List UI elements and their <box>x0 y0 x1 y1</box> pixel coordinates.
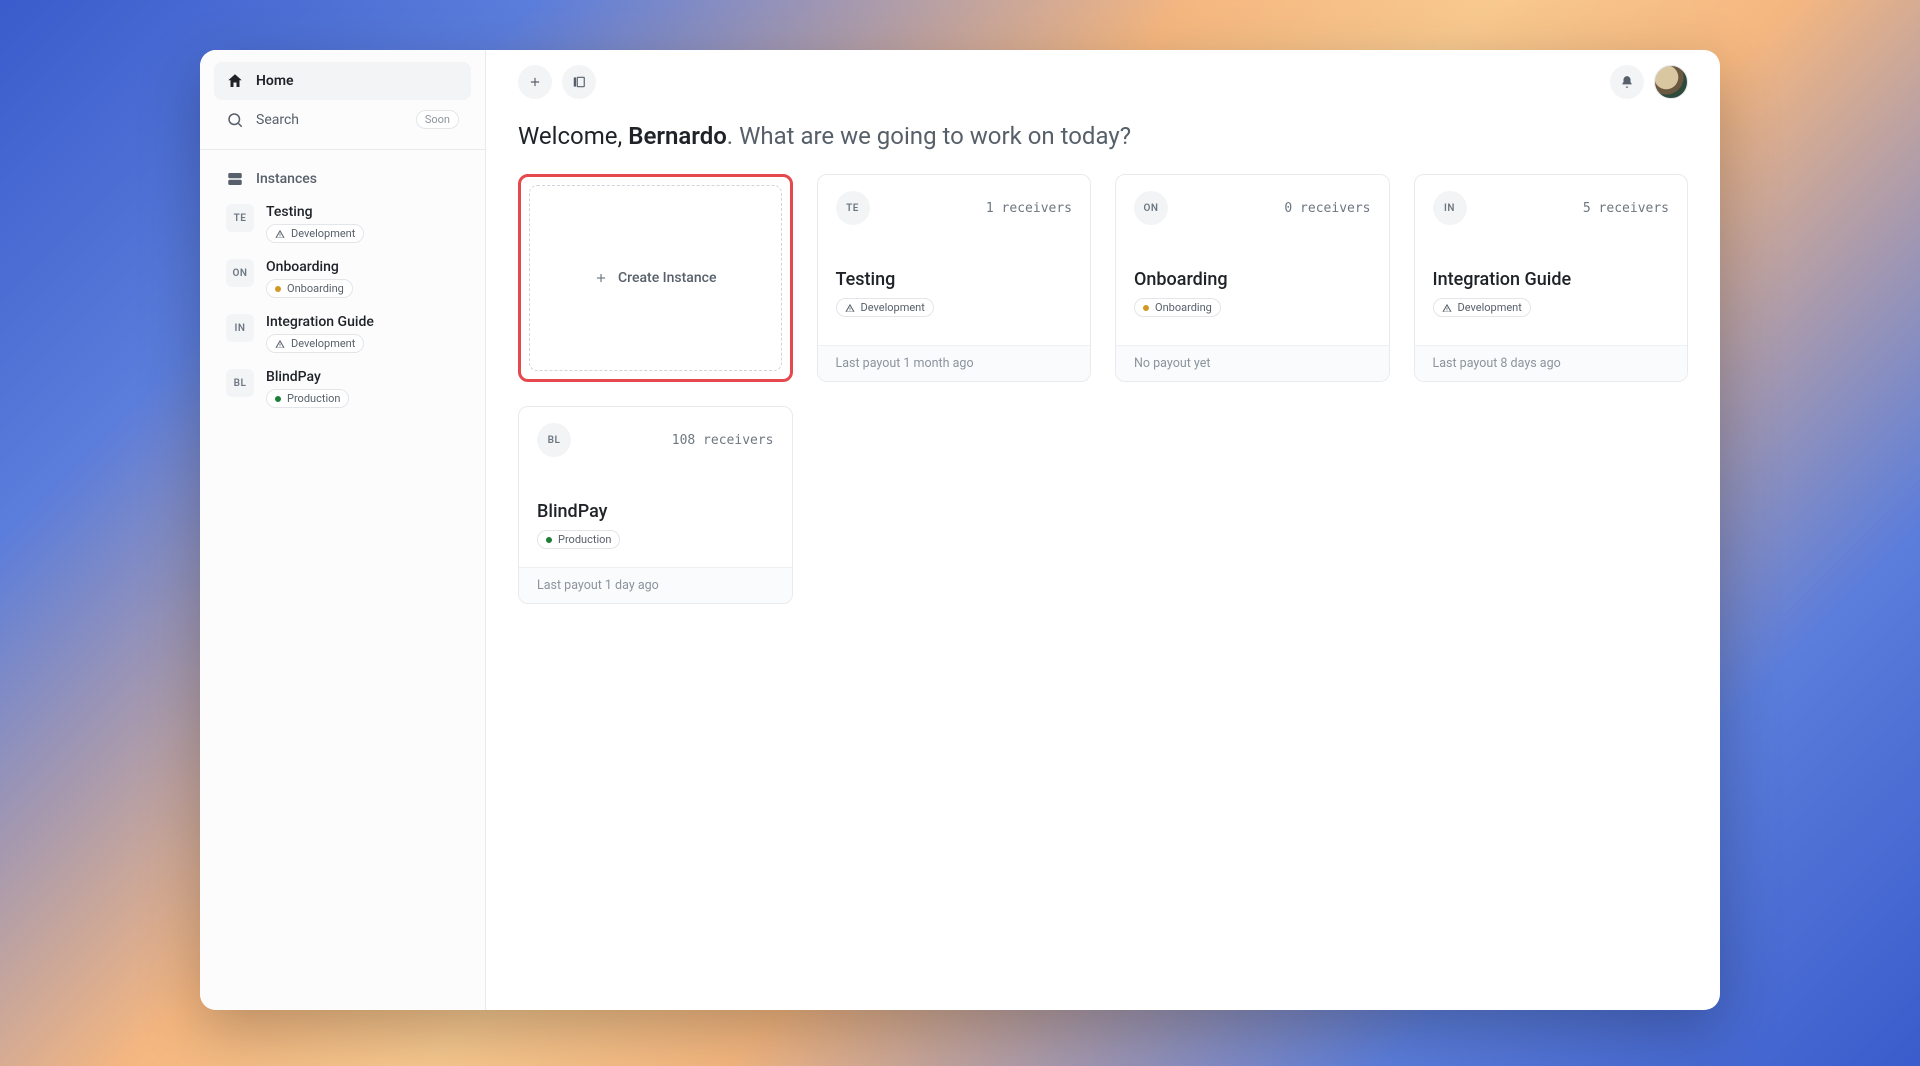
nav-search-label: Search <box>256 112 299 128</box>
env-pill: Production <box>266 389 349 408</box>
env-label: Production <box>558 533 611 546</box>
user-avatar[interactable] <box>1654 65 1688 99</box>
warning-icon <box>1442 303 1452 313</box>
card-avatar: BL <box>537 423 571 457</box>
status-dot-icon <box>1143 305 1149 311</box>
notifications-button[interactable] <box>1610 65 1644 99</box>
card-footer: Last payout 8 days ago <box>1415 345 1688 381</box>
status-dot-icon <box>546 537 552 543</box>
instances-header[interactable]: Instances <box>214 160 471 198</box>
warning-icon <box>845 303 855 313</box>
card-title: Integration Guide <box>1433 269 1670 290</box>
instance-card-testing[interactable]: TE 1 receivers Testing Development Last … <box>817 174 1092 382</box>
card-receivers: 0 receivers <box>1284 201 1370 216</box>
create-instance-card[interactable]: Create Instance <box>529 185 782 371</box>
instance-avatar: BL <box>226 369 254 397</box>
env-pill: Development <box>836 298 934 317</box>
instance-avatar: ON <box>226 259 254 287</box>
welcome-name: Bernardo <box>628 122 727 150</box>
sidebar-instance-onboarding[interactable]: ON Onboarding Onboarding <box>214 253 471 308</box>
sidebar-instance-testing[interactable]: TE Testing Development <box>214 198 471 253</box>
main-content: Welcome, Bernardo. What are we going to … <box>486 50 1720 1010</box>
warning-icon <box>275 339 285 349</box>
instance-card-blindpay[interactable]: BL 108 receivers BlindPay Production Las… <box>518 406 793 604</box>
home-icon <box>226 72 244 90</box>
nav-home-label: Home <box>256 73 294 89</box>
instance-avatar: TE <box>226 204 254 232</box>
env-label: Onboarding <box>1155 301 1212 314</box>
env-pill: Development <box>266 224 364 243</box>
sidebar-instance-blindpay[interactable]: BL BlindPay Production <box>214 363 471 418</box>
create-instance-highlight: Create Instance <box>518 174 793 382</box>
welcome-prefix: Welcome, <box>518 122 628 150</box>
card-footer: Last payout 1 month ago <box>818 345 1091 381</box>
env-pill: Development <box>266 334 364 353</box>
welcome-heading: Welcome, Bernardo. What are we going to … <box>518 122 1688 150</box>
instance-name: BlindPay <box>266 369 349 385</box>
env-label: Development <box>291 337 355 350</box>
warning-icon <box>275 229 285 239</box>
env-pill: Onboarding <box>1134 298 1221 317</box>
env-label: Onboarding <box>287 282 344 295</box>
soon-badge: Soon <box>416 110 459 129</box>
env-label: Development <box>861 301 925 314</box>
instances-label: Instances <box>256 171 317 187</box>
card-avatar: ON <box>1134 191 1168 225</box>
card-avatar: TE <box>836 191 870 225</box>
env-label: Development <box>291 227 355 240</box>
card-footer: No payout yet <box>1116 345 1389 381</box>
sidebar-instance-integration-guide[interactable]: IN Integration Guide Development <box>214 308 471 363</box>
nav-search[interactable]: Search Soon <box>214 100 471 139</box>
env-label: Development <box>1458 301 1522 314</box>
instance-name: Testing <box>266 204 364 220</box>
card-footer: Last payout 1 day ago <box>519 567 792 603</box>
instance-name: Integration Guide <box>266 314 374 330</box>
sidebar-divider <box>200 149 485 150</box>
env-pill: Development <box>1433 298 1531 317</box>
card-title: BlindPay <box>537 501 774 522</box>
sidebar: Home Search Soon Instances TE <box>200 50 486 1010</box>
collapse-button[interactable] <box>562 65 596 99</box>
env-pill: Production <box>537 530 620 549</box>
card-title: Testing <box>836 269 1073 290</box>
plus-icon <box>594 271 608 285</box>
search-icon <box>226 111 244 129</box>
nav-home[interactable]: Home <box>214 62 471 100</box>
instance-card-integration-guide[interactable]: IN 5 receivers Integration Guide Develop… <box>1414 174 1689 382</box>
card-receivers: 5 receivers <box>1583 201 1669 216</box>
instance-name: Onboarding <box>266 259 353 275</box>
plus-icon <box>528 75 542 89</box>
status-dot-icon <box>275 286 281 292</box>
instance-grid: Create Instance TE 1 receivers Testing <box>518 174 1688 604</box>
card-receivers: 1 receivers <box>986 201 1072 216</box>
sidebar-collapse-icon <box>572 75 586 89</box>
topbar <box>518 64 1688 100</box>
instance-card-onboarding[interactable]: ON 0 receivers Onboarding Onboarding No … <box>1115 174 1390 382</box>
instances-icon <box>226 170 244 188</box>
welcome-suffix: . What are we going to work on today? <box>727 122 1131 150</box>
env-pill: Onboarding <box>266 279 353 298</box>
card-receivers: 108 receivers <box>672 433 774 448</box>
app-window: Home Search Soon Instances TE <box>200 50 1720 1010</box>
card-avatar: IN <box>1433 191 1467 225</box>
create-instance-label: Create Instance <box>618 270 716 286</box>
instance-avatar: IN <box>226 314 254 342</box>
env-label: Production <box>287 392 340 405</box>
card-title: Onboarding <box>1134 269 1371 290</box>
bell-icon <box>1620 75 1634 89</box>
status-dot-icon <box>275 396 281 402</box>
add-button[interactable] <box>518 65 552 99</box>
